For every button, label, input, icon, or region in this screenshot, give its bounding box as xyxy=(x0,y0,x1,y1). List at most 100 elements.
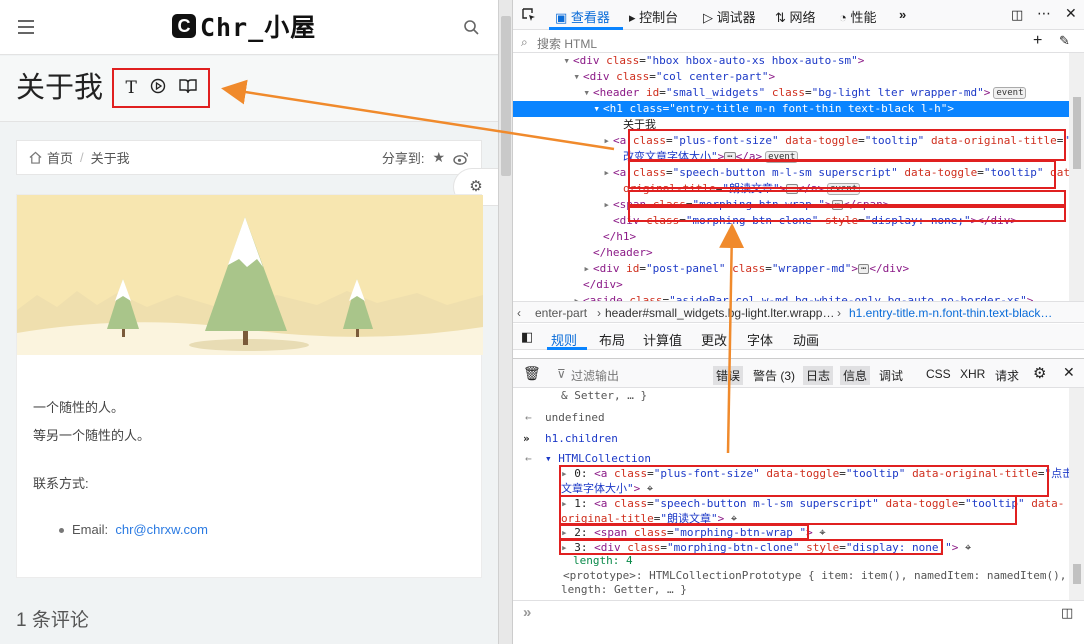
breadcrumb: 首页 / 关于我 分享到: ★ xyxy=(16,140,482,175)
tab-layout[interactable]: 布局 xyxy=(599,330,625,349)
tab-debugger[interactable]: ▷ 调试器 xyxy=(703,7,756,26)
inspect-node-icon[interactable]: ⌖ xyxy=(813,526,825,539)
eyedropper-icon[interactable]: ✎ xyxy=(1059,33,1070,49)
console-scrollbar[interactable] xyxy=(1069,388,1084,600)
search-icon: ⌕ xyxy=(521,35,528,49)
post-line-2: 等另一个随性的人。 xyxy=(33,428,151,443)
banner-image xyxy=(17,195,483,355)
menu-icon[interactable] xyxy=(18,20,34,34)
console-line: & Setter, … } xyxy=(561,389,648,402)
console-toolbar: 🗑 ⊽ 过滤输出 错误 警告 (3) 日志 信息 调试 CSS XHR 请求 ⚙… xyxy=(513,358,1084,388)
event-badge[interactable]: event xyxy=(993,87,1027,99)
console-close-icon[interactable]: ✕ xyxy=(1063,364,1075,381)
tab-console-label: 控制台 xyxy=(639,10,679,25)
page-scrollbar[interactable] xyxy=(498,0,512,644)
markup-node[interactable]: ▾ <h1 class="entry-title m-n font-thin te… xyxy=(513,101,1069,117)
crumb-separator: › xyxy=(597,306,601,320)
rules-tab-indicator xyxy=(547,347,587,350)
collection-label[interactable]: ▾ HTMLCollection xyxy=(545,451,651,466)
console-input[interactable]: » ◫ xyxy=(513,600,1084,644)
scrollbar-thumb[interactable] xyxy=(501,16,511,176)
markup-scrollbar[interactable] xyxy=(1069,53,1084,301)
sidebar-toggle-icon[interactable]: ◧ xyxy=(521,329,533,345)
crumb-0[interactable]: enter-part xyxy=(535,306,587,320)
book-icon xyxy=(178,78,197,93)
filter-debug[interactable]: 调试 xyxy=(879,367,903,384)
result-arrow-icon-2: ← xyxy=(525,452,532,465)
markup-node[interactable]: ▸ <div id="post-panel" class="wrapper-md"… xyxy=(513,261,1069,277)
logo-text: Chr_小屋 xyxy=(200,13,317,42)
weibo-icon[interactable] xyxy=(453,151,469,165)
tab-debugger-label: 调试器 xyxy=(716,10,756,25)
reader-button[interactable] xyxy=(178,78,197,99)
star-icon[interactable]: ★ xyxy=(432,149,445,166)
filter-xhr[interactable]: XHR xyxy=(960,367,985,381)
add-node-icon[interactable]: + xyxy=(1033,32,1042,50)
logo-mark: C xyxy=(172,14,196,38)
console-filter-input[interactable]: 过滤输出 xyxy=(571,367,619,384)
tab-inspector-label: 查看器 xyxy=(570,10,610,25)
markup-node[interactable]: ▾ <header id="small_widgets" class="bg-li… xyxy=(513,85,1069,101)
tab-animations[interactable]: 动画 xyxy=(793,330,819,349)
site-header: C Chr_小屋 xyxy=(0,0,498,55)
breadcrumb-home[interactable]: 首页 xyxy=(47,148,73,167)
tab-console[interactable]: ▸ 控制台 xyxy=(629,7,678,26)
html-search-input[interactable]: 搜索 HTML xyxy=(537,35,597,52)
console-highlight-box-2 xyxy=(559,524,809,540)
filter-css[interactable]: CSS xyxy=(926,367,951,381)
tab-network[interactable]: ⇅ 网络 xyxy=(775,7,816,26)
crumb-1[interactable]: header#small_widgets.bg-light.lter.wrapp… xyxy=(605,306,834,320)
filter-logs[interactable]: 日志 xyxy=(803,366,834,385)
markup-node[interactable]: </div> xyxy=(513,277,1069,293)
tab-changes[interactable]: 更改 xyxy=(701,330,727,349)
console-settings-icon[interactable]: ⚙ xyxy=(1033,364,1046,382)
trash-icon[interactable]: 🗑 xyxy=(523,365,541,382)
markup-tree[interactable]: ▾ <div class="hbox hbox-auto-xs hbox-auto… xyxy=(513,53,1069,301)
picker-icon[interactable] xyxy=(521,7,537,23)
email-link[interactable]: chr@chrxw.com xyxy=(115,522,208,537)
tab-computed[interactable]: 计算值 xyxy=(643,330,682,349)
markup-node[interactable]: ▾ <div class="hbox hbox-auto-xs hbox-auto… xyxy=(513,53,1069,69)
markup-scrollbar-thumb[interactable] xyxy=(1073,97,1081,169)
tab-inspector[interactable]: ▣ 查看器 xyxy=(555,7,610,26)
close-icon[interactable]: ✕ xyxy=(1065,5,1077,22)
crumb-2[interactable]: h1.entry-title.m-n.font-thin.text-black… xyxy=(849,306,1052,320)
split-console-icon[interactable]: ◫ xyxy=(1061,605,1073,621)
post-line-1: 一个随性的人。 xyxy=(33,400,125,415)
console-undefined: undefined xyxy=(545,411,605,424)
search-icon[interactable] xyxy=(463,19,479,35)
share-area: 分享到: ★ xyxy=(382,148,469,167)
highlight-box-1 xyxy=(628,160,1056,189)
markup-node[interactable]: </header> xyxy=(513,245,1069,261)
markup-node[interactable]: ▸ <aside class="asideBar col w-md bg-whit… xyxy=(513,293,1069,301)
font-size-button[interactable]: T xyxy=(125,78,136,98)
collapsed-node-icon[interactable]: ⋯ xyxy=(857,264,870,274)
filter-errors[interactable]: 错误 xyxy=(713,366,744,385)
html-search[interactable]: ⌕ 搜索 HTML + ✎ xyxy=(513,31,1084,53)
site-logo[interactable]: C Chr_小屋 xyxy=(172,10,316,42)
menu-dots-icon[interactable]: ⋯ xyxy=(1037,5,1051,22)
crumb-back-icon[interactable]: ‹ xyxy=(517,306,521,320)
devtools-toolbar: ▣ 查看器 ▸ 控制台 ▷ 调试器 ⇅ 网络 ◔ 性能 » ◫ ⋯ ✕ xyxy=(513,0,1084,30)
console-highlight-box-1 xyxy=(559,495,1017,525)
speech-button[interactable] xyxy=(150,78,166,99)
more-tabs-icon[interactable]: » xyxy=(899,7,906,22)
console-scrollbar-thumb[interactable] xyxy=(1073,564,1081,584)
tab-fonts[interactable]: 字体 xyxy=(747,330,773,349)
markup-node[interactable]: </h1> xyxy=(513,229,1069,245)
collection-prototype[interactable]: <prototype>: HTMLCollectionPrototype { i… xyxy=(563,568,1066,583)
active-tab-indicator xyxy=(549,27,623,30)
dock-icon[interactable]: ◫ xyxy=(1011,7,1023,23)
markup-node[interactable]: ▾ <div class="col center-part"> xyxy=(513,69,1069,85)
filter-requests[interactable]: 请求 xyxy=(995,367,1019,384)
tab-performance[interactable]: ◔ 性能 xyxy=(839,7,877,26)
post-card: 一个随性的人。 等另一个随性的人。 联系方式: Email: chr@chrxw… xyxy=(16,194,483,578)
comments-count: 1 条评论 xyxy=(16,610,89,631)
tab-performance-label: 性能 xyxy=(850,10,877,25)
filter-info[interactable]: 信息 xyxy=(840,366,871,385)
breadcrumb-separator: / xyxy=(80,150,84,165)
home-icon xyxy=(29,151,42,164)
collection-length: length: 4 xyxy=(573,554,633,567)
filter-warnings[interactable]: 警告 (3) xyxy=(753,367,795,384)
inspect-node-icon[interactable]: ⌖ xyxy=(958,541,971,554)
